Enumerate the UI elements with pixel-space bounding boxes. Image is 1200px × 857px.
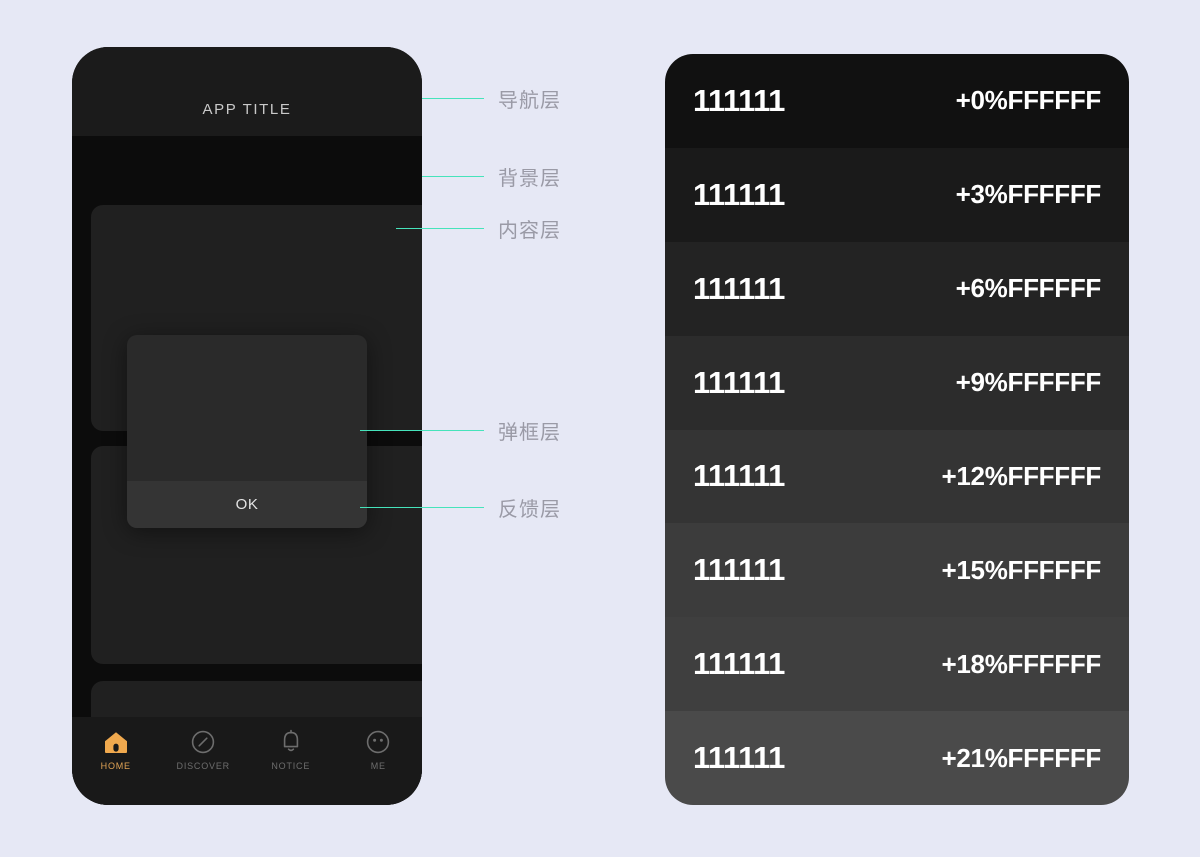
- face-icon: [365, 729, 391, 755]
- swatch-overlay-value: +18%FFFFFF: [941, 648, 1101, 679]
- swatch-row: 111111 +15%FFFFFF: [665, 523, 1129, 618]
- swatch-overlay-value: +21%FFFFFF: [941, 742, 1101, 773]
- leader-line: [422, 97, 484, 99]
- tab-bar[interactable]: HOME DISCOVER NOTICE ME: [72, 717, 422, 805]
- annotation-label: 弹框层: [498, 421, 561, 444]
- annotation-content-layer: 内容层: [396, 217, 561, 242]
- annotation-label: 内容层: [498, 219, 561, 242]
- swatch-row: 111111 +0%FFFFFF: [665, 54, 1129, 148]
- swatch-base-value: 111111: [693, 740, 785, 776]
- annotation-label: 导航层: [498, 89, 561, 112]
- annotation-label: 反馈层: [498, 498, 561, 521]
- compass-icon: [190, 729, 216, 755]
- bell-icon: [278, 729, 304, 755]
- leader-line: [360, 429, 484, 431]
- annotation-feedback-layer: 反馈层: [360, 496, 561, 521]
- home-icon: [103, 729, 129, 755]
- ok-button[interactable]: OK: [236, 496, 259, 513]
- leader-line: [360, 506, 484, 508]
- tab-home[interactable]: HOME: [72, 729, 160, 771]
- swatch-base-value: 111111: [693, 552, 785, 588]
- tab-label-me: ME: [370, 761, 386, 771]
- swatch-base-value: 111111: [693, 82, 785, 118]
- swatch-row: 111111 +3%FFFFFF: [665, 147, 1129, 242]
- swatch-base-value: 111111: [693, 270, 785, 306]
- swatch-overlay-value: +6%FFFFFF: [955, 273, 1102, 304]
- tab-label-notice: NOTICE: [271, 761, 311, 771]
- swatch-overlay-value: +0%FFFFFF: [955, 85, 1102, 116]
- swatch-row: 111111 +18%FFFFFF: [665, 617, 1129, 712]
- swatch-row: 111111 +6%FFFFFF: [665, 241, 1129, 336]
- tab-label-home: HOME: [100, 761, 131, 771]
- canvas: OK APP TITLE HOME DISCOVER NOTICE ME 导航层…: [0, 0, 1200, 857]
- swatch-base-value: 111111: [693, 458, 785, 494]
- annotation-nav-layer: 导航层: [422, 87, 561, 112]
- app-title: APP TITLE: [202, 101, 292, 118]
- swatch-overlay-value: +15%FFFFFF: [941, 554, 1101, 585]
- swatch-overlay-value: +9%FFFFFF: [955, 367, 1102, 398]
- leader-line: [396, 227, 484, 229]
- swatch-row: 111111 +12%FFFFFF: [665, 429, 1129, 524]
- swatch-base-value: 111111: [693, 364, 785, 400]
- elevation-swatch-panel: 111111 +0%FFFFFF 111111 +3%FFFFFF 111111…: [665, 54, 1129, 805]
- swatch-overlay-value: +12%FFFFFF: [941, 460, 1101, 491]
- tab-me[interactable]: ME: [335, 729, 423, 771]
- navigation-layer: APP TITLE: [72, 47, 422, 136]
- dialog-footer[interactable]: OK: [127, 481, 367, 528]
- swatch-row: 111111 +9%FFFFFF: [665, 335, 1129, 430]
- swatch-base-value: 111111: [693, 646, 785, 682]
- dialog-layer[interactable]: OK: [127, 335, 367, 528]
- swatch-row: 111111 +21%FFFFFF: [665, 711, 1129, 805]
- tab-notice[interactable]: NOTICE: [247, 729, 335, 771]
- annotation-dialog-layer: 弹框层: [360, 419, 561, 444]
- dialog-body: [127, 335, 367, 481]
- leader-line: [422, 175, 484, 177]
- tab-discover[interactable]: DISCOVER: [160, 729, 248, 771]
- annotation-label: 背景层: [498, 167, 561, 190]
- annotation-background-layer: 背景层: [422, 165, 561, 190]
- swatch-base-value: 111111: [693, 176, 785, 212]
- tab-label-discover: DISCOVER: [176, 761, 230, 771]
- swatch-overlay-value: +3%FFFFFF: [955, 179, 1102, 210]
